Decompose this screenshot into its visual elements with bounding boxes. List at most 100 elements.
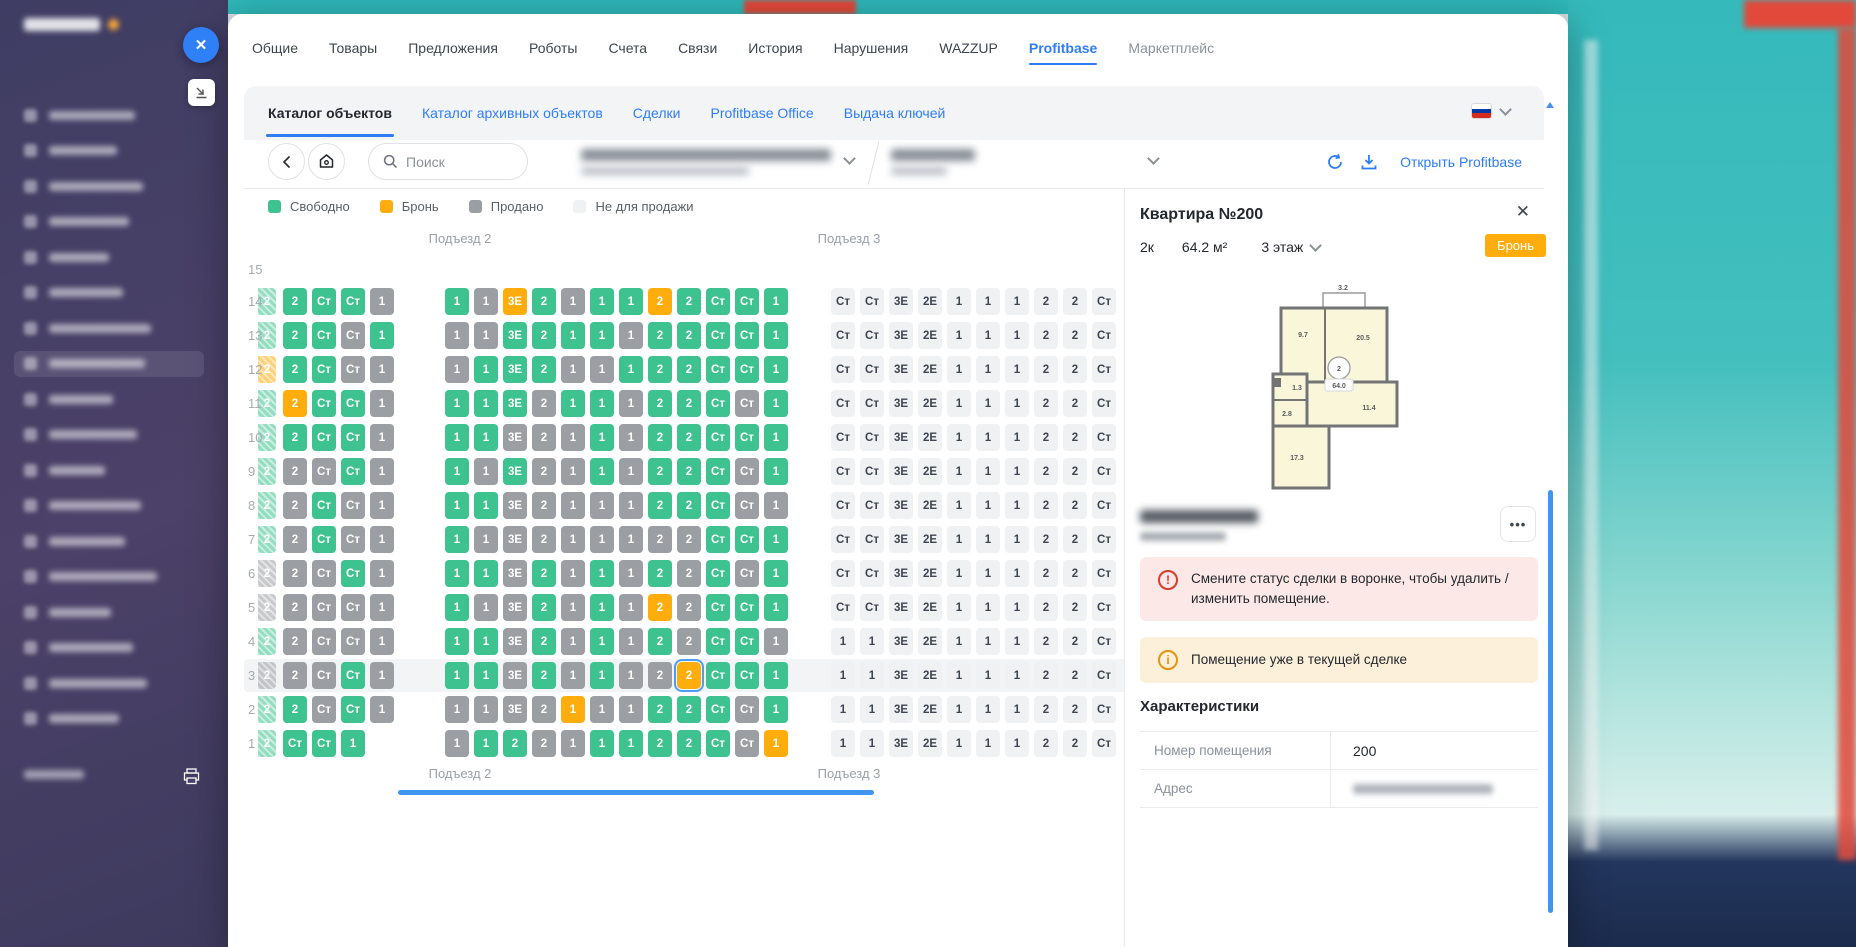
apartment-cell[interactable]: Ст (706, 628, 730, 655)
sidebar-item[interactable] (14, 209, 204, 235)
tab-profitbase[interactable]: Profitbase (1029, 40, 1097, 56)
apartment-cell[interactable]: 3Е (503, 594, 527, 621)
apartment-cell[interactable]: 2 (677, 288, 701, 315)
apartment-cell[interactable]: Ст (312, 288, 336, 315)
refresh-button[interactable] (1326, 153, 1344, 171)
apartment-cell[interactable]: 1 (445, 662, 469, 689)
apartment-cell[interactable]: 3Е (503, 560, 527, 587)
apartment-cell[interactable]: 2 (283, 458, 307, 485)
apartment-cell[interactable]: 3Е (503, 628, 527, 655)
apartment-cell[interactable]: 1 (445, 594, 469, 621)
apartment-cell[interactable]: 1 (764, 560, 788, 587)
apartment-cell[interactable]: 2 (677, 730, 701, 757)
apartment-cell[interactable]: 1 (445, 356, 469, 383)
sidebar-item[interactable] (14, 315, 204, 341)
sidebar-item[interactable] (14, 457, 204, 483)
apartment-cell[interactable]: Ст (735, 594, 759, 621)
apartment-cell[interactable]: 3Е (503, 390, 527, 417)
tab-роботы[interactable]: Роботы (529, 40, 577, 56)
apartment-cell[interactable]: 2 (648, 662, 672, 689)
close-panel-icon[interactable]: ✕ (1516, 202, 1530, 222)
apartment-cell[interactable]: 1 (474, 288, 498, 315)
sidebar-item[interactable] (14, 635, 204, 661)
floor-select[interactable]: 3 этаж (1261, 239, 1320, 255)
apartment-cell[interactable]: 1 (474, 628, 498, 655)
apartment-cell[interactable]: 1 (590, 424, 614, 451)
apartment-cell[interactable]: 2 (532, 322, 556, 349)
apartment-cell[interactable]: 2 (283, 628, 307, 655)
apartment-cell[interactable]: 2 (283, 492, 307, 519)
apartment-cell[interactable]: 2 (648, 560, 672, 587)
apartment-cell[interactable]: 1 (445, 424, 469, 451)
apartment-cell[interactable]: 1 (445, 560, 469, 587)
apartment-cell[interactable]: 1 (561, 322, 585, 349)
apartment-cell[interactable]: 1 (370, 492, 394, 519)
apartment-cell[interactable]: 3Е (503, 696, 527, 723)
apartment-cell[interactable]: Ст (735, 560, 759, 587)
apartment-cell[interactable]: 2 (503, 730, 527, 757)
apartment-cell[interactable]: 1 (619, 390, 643, 417)
apartment-cell[interactable]: 2 (283, 424, 307, 451)
tab-история[interactable]: История (748, 40, 802, 56)
apartment-cell[interactable]: 2 (677, 458, 701, 485)
apartment-cell[interactable]: 1 (445, 526, 469, 553)
apartment-cell[interactable]: 1 (764, 696, 788, 723)
sidebar-item[interactable] (14, 493, 204, 519)
apartment-cell[interactable]: 1 (590, 696, 614, 723)
apartment-cell[interactable]: 1 (445, 492, 469, 519)
apartment-cell[interactable]: 1 (764, 492, 788, 519)
sidebar-item[interactable] (14, 670, 204, 696)
apartment-cell[interactable]: 2 (677, 322, 701, 349)
apartment-cell[interactable]: 1 (370, 594, 394, 621)
apartment-cell[interactable]: 1 (445, 458, 469, 485)
apartment-cell[interactable]: 1 (561, 288, 585, 315)
tab-нарушения[interactable]: Нарушения (834, 40, 909, 56)
apartment-cell[interactable]: Ст (312, 390, 336, 417)
apartment-cell[interactable]: 1 (370, 696, 394, 723)
apartment-cell[interactable]: 1 (590, 628, 614, 655)
apartment-cell[interactable]: 2 (648, 594, 672, 621)
apartment-cell[interactable]: Ст (341, 424, 365, 451)
apartment-cell[interactable]: 1 (590, 526, 614, 553)
apartment-cell[interactable]: Ст (312, 526, 336, 553)
apartment-cell[interactable]: 1 (370, 356, 394, 383)
sidebar-item[interactable] (14, 422, 204, 448)
apartment-cell[interactable]: 1 (561, 560, 585, 587)
apartment-cell[interactable]: 2 (532, 424, 556, 451)
more-actions-button[interactable]: ••• (1500, 506, 1536, 542)
apartment-cell[interactable]: 1 (590, 594, 614, 621)
apartment-cell[interactable]: Ст (312, 628, 336, 655)
apartment-cell[interactable]: 2 (677, 560, 701, 587)
apartment-cell[interactable]: 1 (619, 424, 643, 451)
apartment-cell[interactable]: 1 (474, 594, 498, 621)
apartment-cell[interactable]: 1 (341, 730, 365, 757)
apartment-cell[interactable]: 1 (764, 356, 788, 383)
apartment-cell[interactable]: Ст (312, 458, 336, 485)
apartment-cell[interactable]: 1 (370, 390, 394, 417)
apartment-cell[interactable]: Ст (341, 594, 365, 621)
apartment-cell[interactable]: 1 (474, 526, 498, 553)
apartment-cell[interactable]: 1 (764, 390, 788, 417)
apartment-cell[interactable]: 2 (283, 594, 307, 621)
apartment-cell[interactable]: 2 (532, 356, 556, 383)
apartment-cell[interactable]: 1 (764, 730, 788, 757)
apartment-cell[interactable]: 1 (370, 424, 394, 451)
apartment-cell[interactable]: 2 (648, 526, 672, 553)
apartment-cell[interactable]: Ст (312, 594, 336, 621)
apartment-cell[interactable]: 3Е (503, 492, 527, 519)
apartment-cell[interactable]: 2 (532, 594, 556, 621)
apartment-cell[interactable]: 1 (370, 560, 394, 587)
apartment-cell[interactable]: 2 (532, 628, 556, 655)
apartment-cell[interactable]: 3Е (503, 662, 527, 689)
subtab[interactable]: Сделки (633, 105, 681, 121)
apartment-cell[interactable]: Ст (312, 492, 336, 519)
apartment-cell[interactable]: Ст (735, 356, 759, 383)
apartment-cell[interactable]: 1 (619, 696, 643, 723)
apartment-cell[interactable]: 1 (619, 560, 643, 587)
apartment-cell[interactable]: 2 (648, 424, 672, 451)
apartment-cell[interactable]: 1 (764, 322, 788, 349)
apartment-cell[interactable]: 1 (561, 594, 585, 621)
sidebar-item[interactable] (14, 138, 204, 164)
apartment-cell[interactable]: 2 (648, 458, 672, 485)
scrollbar-up-arrow[interactable] (1546, 102, 1554, 108)
